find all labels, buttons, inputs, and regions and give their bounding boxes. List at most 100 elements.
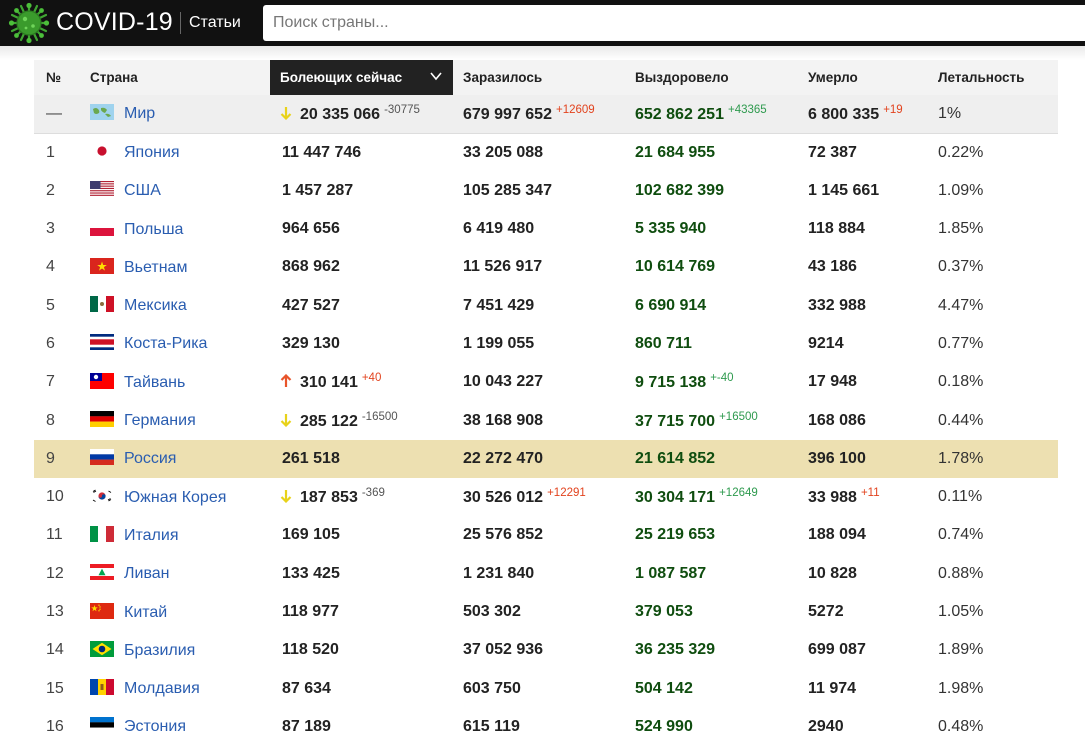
recovered-delta: +-40 xyxy=(710,372,734,385)
table-row[interactable]: 5 Мексика 427 527 7 451 429 6 690 914 33… xyxy=(34,286,1058,324)
search-input[interactable] xyxy=(263,5,1085,41)
table-row[interactable]: 10 Южная Корея 187 853 -369 30 526 012 +12… xyxy=(34,478,1058,516)
country-cell[interactable]: Южная Корея xyxy=(80,478,270,516)
table-row[interactable]: 6 Коста-Рика 329 130 1 199 055 860 711 9… xyxy=(34,325,1058,363)
country-link[interactable]: Германия xyxy=(124,412,196,429)
active-value: 169 105 xyxy=(282,526,340,544)
country-cell[interactable]: Мексика xyxy=(80,286,270,324)
country-link[interactable]: Польша xyxy=(124,221,183,238)
flag-cn-icon xyxy=(90,602,114,619)
table-row[interactable]: 13 Китай 118 977 503 302 379 053 5272 1.… xyxy=(34,593,1058,631)
country-cell[interactable]: Вьетнам xyxy=(80,248,270,286)
flag-pl-icon xyxy=(90,219,114,236)
lethality-cell: 1.78% xyxy=(928,439,1058,478)
deaths-value: 33 988 xyxy=(808,489,857,507)
col-header-deaths[interactable]: Умерло xyxy=(798,60,928,95)
active-value: 329 130 xyxy=(282,334,340,352)
active-cell: 20 335 066 -30775 xyxy=(270,95,453,134)
active-value: 285 122 xyxy=(300,412,358,430)
active-delta: -16500 xyxy=(361,410,398,423)
col-header-active[interactable]: Болеющих сейчас xyxy=(270,60,453,95)
table-row[interactable]: 9 Россия 261 518 22 272 470 21 614 852 3… xyxy=(34,439,1058,478)
table-row[interactable]: 12 Ливан 133 425 1 231 840 1 087 587 10 … xyxy=(34,555,1058,593)
country-link[interactable]: Эстония xyxy=(124,718,186,735)
country-link[interactable]: Китай xyxy=(124,604,167,621)
cases-cell: 603 750 xyxy=(453,669,625,707)
country-cell[interactable]: Коста-Рика xyxy=(80,325,270,363)
country-link[interactable]: Ливан xyxy=(124,565,170,582)
country-link[interactable]: Япония xyxy=(124,144,180,161)
table-row[interactable]: 7 Тайвань 310 141 +40 10 043 227 9 715 13… xyxy=(34,363,1058,401)
world-row[interactable]: — Мир 20 335 066 -30775 679 997 652 +12609… xyxy=(34,95,1058,134)
cases-value: 38 168 908 xyxy=(463,411,544,429)
country-cell[interactable]: Тайвань xyxy=(80,363,270,401)
recovered-delta: +43365 xyxy=(727,103,767,116)
lethality-cell: 1% xyxy=(928,95,1058,134)
table-row[interactable]: 4 Вьетнам 868 962 11 526 917 10 614 769 … xyxy=(34,248,1058,286)
country-link[interactable]: Тайвань xyxy=(124,374,185,391)
table-row[interactable]: 16 Эстония 87 189 615 119 524 990 2940 0… xyxy=(34,708,1058,746)
deaths-value: 2940 xyxy=(808,717,844,735)
country-link[interactable]: Бразилия xyxy=(124,642,195,659)
virus-icon[interactable] xyxy=(8,2,50,44)
country-link[interactable]: Италия xyxy=(124,527,178,544)
deaths-value: 332 988 xyxy=(808,296,866,314)
cases-value: 1 231 840 xyxy=(463,564,535,582)
cases-value: 10 043 227 xyxy=(463,373,544,391)
rank-cell: 1 xyxy=(46,143,55,161)
cases-value: 11 526 917 xyxy=(463,258,543,276)
col-header-lethality[interactable]: Летальность xyxy=(928,60,1058,95)
lethality-cell: 0.88% xyxy=(938,564,984,582)
cases-value: 679 997 652 xyxy=(463,105,552,123)
recovered-value: 25 219 653 xyxy=(635,526,716,544)
country-link[interactable]: Мексика xyxy=(124,297,187,314)
active-cell: 1 457 287 xyxy=(270,172,453,210)
recovered-cell: 21 684 955 xyxy=(625,133,798,171)
country-link[interactable]: Россия xyxy=(124,450,176,467)
table-row[interactable]: 14 Бразилия 118 520 37 052 936 36 235 32… xyxy=(34,631,1058,669)
cases-cell: 503 302 xyxy=(453,593,625,631)
table-row[interactable]: 8 Германия 285 122 -16500 38 168 908 37 7… xyxy=(34,401,1058,439)
country-cell[interactable]: Эстония xyxy=(80,708,270,746)
nav-articles-link[interactable]: Статьи xyxy=(189,13,241,33)
country-cell[interactable]: Бразилия xyxy=(80,631,270,669)
table-row[interactable]: 1 Япония 11 447 746 33 205 088 21 684 95… xyxy=(34,133,1058,171)
col-header-cases[interactable]: Заразилось xyxy=(453,60,625,95)
country-cell[interactable]: Мир xyxy=(80,95,270,134)
lethality-cell: 0.22% xyxy=(938,143,984,161)
header-shadow xyxy=(0,46,1085,60)
table-row[interactable]: 15 Молдавия 87 634 603 750 504 142 11 97… xyxy=(34,669,1058,707)
active-cell: 118 520 xyxy=(270,631,453,669)
cases-delta: +12291 xyxy=(547,487,586,500)
country-cell[interactable]: Китай xyxy=(80,593,270,631)
country-cell[interactable]: Италия xyxy=(80,516,270,554)
country-cell[interactable]: Германия xyxy=(80,401,270,439)
country-link[interactable]: Коста-Рика xyxy=(124,335,207,352)
country-link[interactable]: США xyxy=(124,182,161,199)
lethality-cell: 0.77% xyxy=(938,334,984,352)
table-row[interactable]: 11 Италия 169 105 25 576 852 25 219 653 … xyxy=(34,516,1058,554)
col-header-rank[interactable]: № xyxy=(34,60,80,95)
country-cell[interactable]: Япония xyxy=(80,133,270,171)
country-link[interactable]: Мир xyxy=(124,105,155,122)
col-header-recovered[interactable]: Выздоровело xyxy=(625,60,798,95)
country-cell[interactable]: Ливан xyxy=(80,555,270,593)
lethality-cell: 0.18% xyxy=(938,373,984,391)
deaths-cell: 1 145 661 xyxy=(798,172,928,210)
country-link[interactable]: Южная Корея xyxy=(124,489,226,506)
active-value: 87 189 xyxy=(282,717,331,735)
active-cell: 285 122 -16500 xyxy=(270,401,453,439)
country-link[interactable]: Вьетнам xyxy=(124,259,187,276)
country-cell[interactable]: США xyxy=(80,172,270,210)
country-link[interactable]: Молдавия xyxy=(124,680,200,697)
country-cell[interactable]: Польша xyxy=(80,210,270,248)
active-value: 118 977 xyxy=(282,603,339,620)
table-row[interactable]: 2 США 1 457 287 105 285 347 102 682 399 … xyxy=(34,172,1058,210)
table-row[interactable]: 3 Польша 964 656 6 419 480 5 335 940 118… xyxy=(34,210,1058,248)
deaths-value: 6 800 335 xyxy=(808,105,880,123)
col-header-country[interactable]: Страна xyxy=(80,60,270,95)
lethality-cell: 0.48% xyxy=(938,717,984,735)
logo-title[interactable]: COVID-19 xyxy=(56,8,173,36)
country-cell[interactable]: Молдавия xyxy=(80,669,270,707)
country-cell[interactable]: Россия xyxy=(80,439,270,478)
